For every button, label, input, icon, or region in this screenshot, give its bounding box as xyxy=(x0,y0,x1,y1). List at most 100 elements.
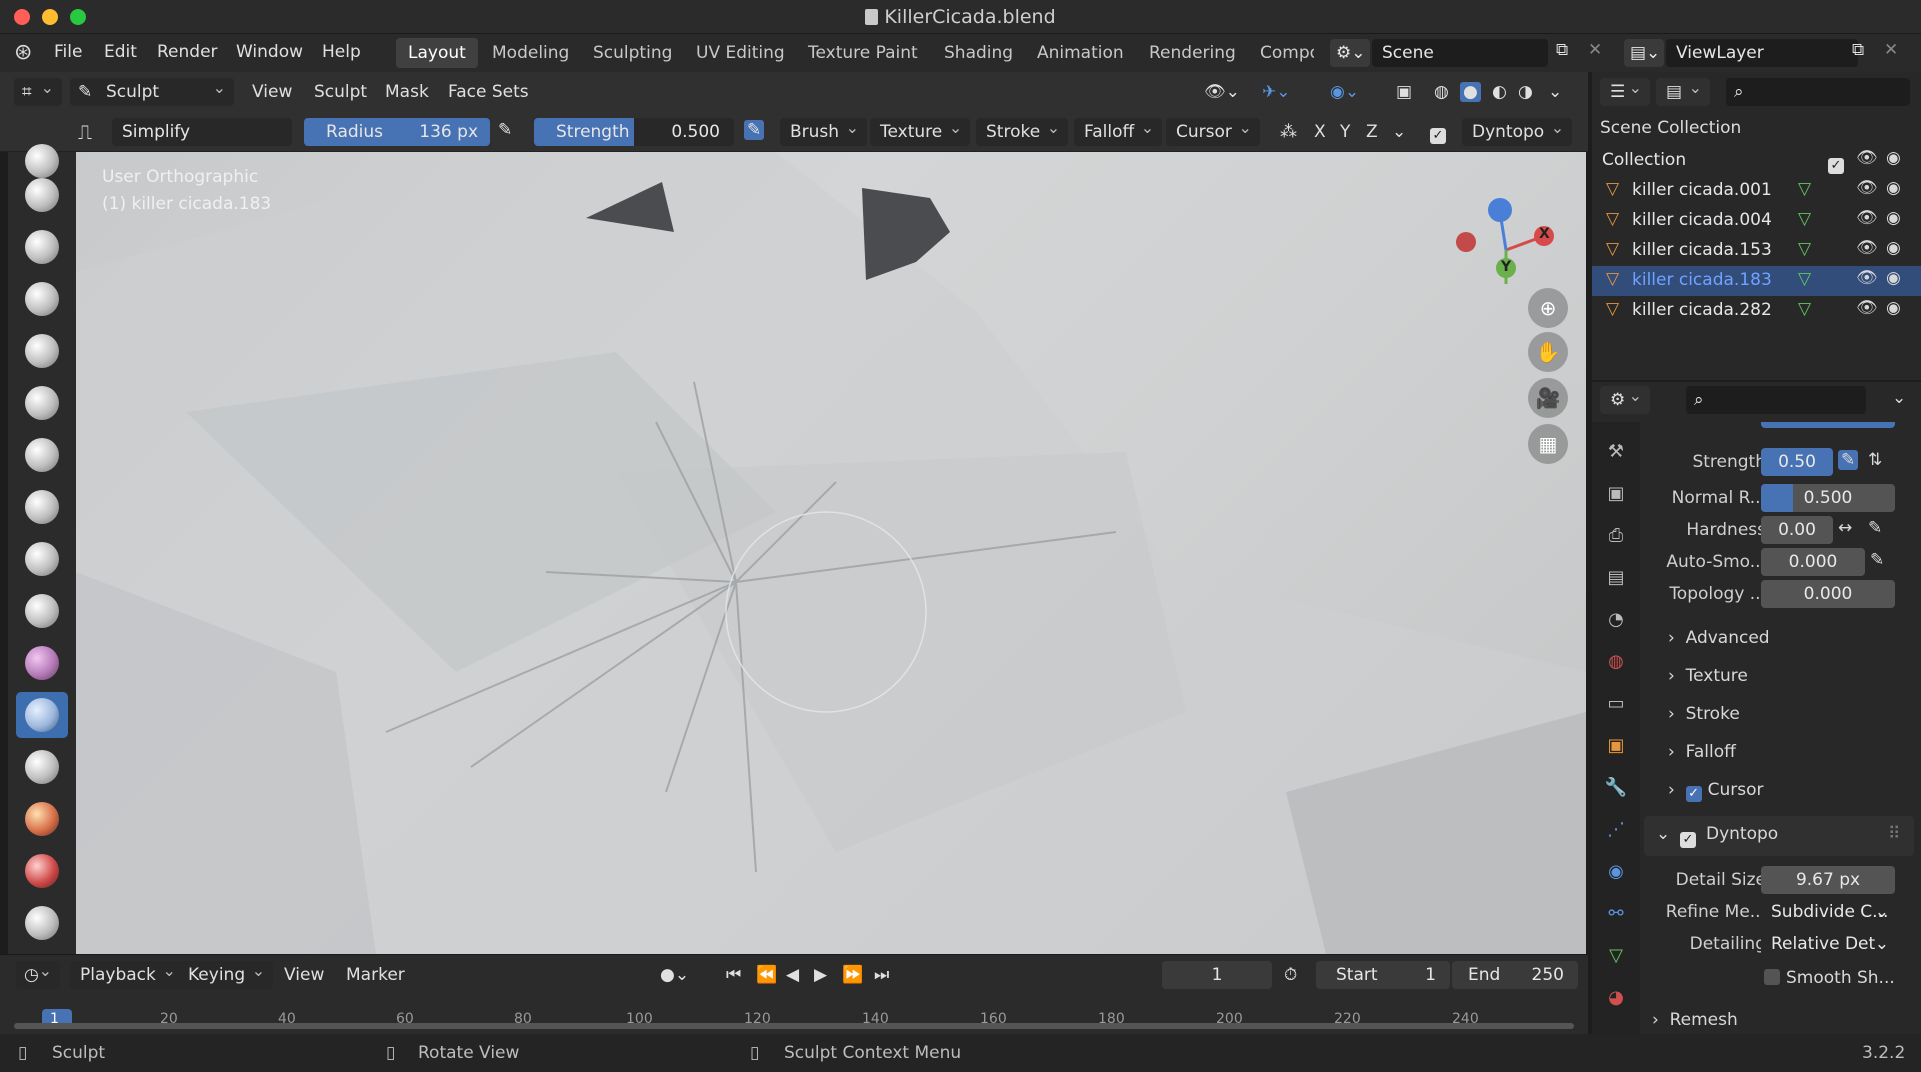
dyntopo-dropdown[interactable]: Dyntopo xyxy=(1462,114,1573,146)
scene-tab-icon[interactable]: ◔ xyxy=(1602,606,1630,634)
visibility-eye-icon[interactable]: 👁 xyxy=(1856,298,1878,318)
clay-strips-tool-button[interactable] xyxy=(16,224,68,270)
timeline-view-menu[interactable]: View xyxy=(284,965,324,985)
crease-tool-button[interactable] xyxy=(16,380,68,426)
scene-name-field[interactable]: Scene xyxy=(1372,39,1548,67)
remesh-panel[interactable]: › Remesh xyxy=(1652,1010,1738,1030)
strength-invert-icon[interactable]: ⇅ xyxy=(1868,450,1882,470)
properties-editor-type-icon[interactable]: ⚙ xyxy=(1600,382,1650,414)
menu-file[interactable]: File xyxy=(54,42,82,62)
mask-tool-button[interactable] xyxy=(16,744,68,790)
outliner-search-input[interactable]: ⌕ xyxy=(1726,78,1910,106)
start-frame-field[interactable]: Start 1 xyxy=(1316,961,1450,989)
paint-tool-button[interactable] xyxy=(16,796,68,842)
strength-pressure-icon[interactable]: ✎ xyxy=(744,120,765,140)
menu-sculpt[interactable]: Sculpt xyxy=(314,82,367,102)
jump-start-icon[interactable]: ⏮ xyxy=(726,965,741,985)
preview-range-icon[interactable]: ⏱ xyxy=(1284,965,1297,985)
properties-search-input[interactable]: ⌕ xyxy=(1686,386,1866,414)
tab-layout[interactable]: Layout xyxy=(396,38,478,68)
constraints-tab-icon[interactable]: ⚯ xyxy=(1602,900,1630,928)
jump-end-icon[interactable]: ⏭ xyxy=(874,965,889,985)
tab-compositing[interactable]: Compo xyxy=(1248,38,1314,68)
simplify-tool-button[interactable] xyxy=(16,692,68,738)
rendered-shading-icon[interactable]: ◑ xyxy=(1518,82,1533,102)
grab-tool-button[interactable] xyxy=(16,484,68,530)
falloff-dropdown[interactable]: Falloff xyxy=(1074,114,1163,146)
elastic-tool-button[interactable] xyxy=(16,536,68,582)
view-layer-field[interactable]: ViewLayer xyxy=(1666,39,1858,67)
gizmo-toggle-icon[interactable]: ✈⌄ xyxy=(1262,82,1291,102)
brush-name-field[interactable]: Simplify xyxy=(112,118,292,146)
mesh-data-icon[interactable]: ▽ xyxy=(1798,209,1811,229)
render-camera-icon[interactable]: ◉ xyxy=(1886,148,1901,168)
brush-dropdown[interactable]: Brush xyxy=(780,114,868,146)
mesh-data-icon[interactable]: ▽ xyxy=(1798,299,1811,319)
shading-options-icon[interactable]: ⌄ xyxy=(1548,82,1562,102)
timeline-editor-type-icon[interactable]: ◷ xyxy=(16,957,60,989)
render-camera-icon[interactable]: ◉ xyxy=(1886,298,1901,318)
properties-options-icon[interactable]: ⌄ xyxy=(1892,388,1906,408)
end-frame-field[interactable]: End 250 xyxy=(1452,961,1578,989)
detail-size-field[interactable]: 9.67 px xyxy=(1761,866,1895,894)
symmetry-icon[interactable]: ⁂ xyxy=(1280,122,1297,142)
material-shading-icon[interactable]: ◐ xyxy=(1492,82,1507,102)
mode-selector[interactable]: ✎ Sculpt Mode xyxy=(70,74,234,130)
navigation-gizmo[interactable]: X Y xyxy=(1456,182,1566,292)
editor-type-icon[interactable]: ⌗ xyxy=(14,74,62,106)
stroke-dropdown[interactable]: Stroke xyxy=(976,114,1069,146)
texture-dropdown[interactable]: Texture xyxy=(870,114,971,146)
tab-uv-editing[interactable]: UV Editing xyxy=(684,38,797,68)
face-set-tool-button[interactable] xyxy=(16,900,68,946)
strength-field[interactable]: 0.50 xyxy=(1761,448,1833,476)
scene-selector-icon[interactable]: ⚙⌄ xyxy=(1330,39,1370,67)
blender-logo-icon[interactable]: ⊛ xyxy=(14,40,32,65)
new-view-layer-icon[interactable]: ⧉ xyxy=(1852,40,1864,60)
3d-viewport[interactable]: User Orthographic (1) killer cicada.183 … xyxy=(76,152,1586,954)
mirror-z-toggle[interactable]: Z xyxy=(1366,122,1378,142)
tab-rendering[interactable]: Rendering xyxy=(1137,38,1248,68)
autosmooth-pressure-icon[interactable]: ✎ xyxy=(1870,550,1884,570)
inflate-tool-button[interactable] xyxy=(16,328,68,374)
scene-collection-label[interactable]: Scene Collection xyxy=(1600,118,1800,138)
particles-tab-icon[interactable]: ⋰ xyxy=(1602,816,1630,844)
overlay-toggle-icon[interactable]: ◉⌄ xyxy=(1330,82,1359,102)
smear-tool-button[interactable] xyxy=(16,848,68,894)
visibility-eye-icon[interactable]: 👁 xyxy=(1856,268,1878,288)
previous-keyframe-icon[interactable]: ⏪ xyxy=(756,965,777,985)
outliner-item-selected[interactable]: ▽ killer cicada.183 ▽ 👁 ◉ xyxy=(1592,266,1921,296)
object-tab-icon[interactable]: ▣ xyxy=(1602,732,1630,760)
timeline-scrollbar[interactable] xyxy=(14,1023,1574,1029)
tab-sculpting[interactable]: Sculpting xyxy=(581,38,684,68)
keying-menu[interactable]: Keying xyxy=(178,957,274,989)
strength-slider[interactable]: Strength 0.500 xyxy=(534,118,734,146)
mesh-data-icon[interactable]: ▽ xyxy=(1798,239,1811,259)
tab-modeling[interactable]: Modeling xyxy=(480,38,581,68)
world-tab-icon[interactable]: ◍ xyxy=(1602,648,1630,676)
outliner-item[interactable]: ▽ killer cicada.001 ▽ 👁 ◉ xyxy=(1592,176,1921,206)
solid-shading-icon[interactable]: ● xyxy=(1460,82,1481,102)
display-mode-icon[interactable]: ▤ xyxy=(1656,74,1710,106)
texture-panel[interactable]: › Texture xyxy=(1668,666,1748,686)
menu-window[interactable]: Window xyxy=(236,42,303,62)
xray-toggle-icon[interactable]: ▣ xyxy=(1396,82,1412,102)
visibility-eye-icon[interactable]: 👁 xyxy=(1856,238,1878,258)
dyntopo-checkbox[interactable]: ✓ xyxy=(1430,122,1452,144)
strength-pressure-icon[interactable]: ✎ xyxy=(1838,450,1859,470)
stroke-panel[interactable]: › Stroke xyxy=(1668,704,1740,724)
marker-menu[interactable]: Marker xyxy=(346,965,405,985)
render-camera-icon[interactable]: ◉ xyxy=(1886,268,1901,288)
normal-radius-slider[interactable]: 0.500 xyxy=(1761,484,1895,512)
camera-view-button[interactable]: 🎥 xyxy=(1528,378,1568,418)
clay-tool-button[interactable] xyxy=(16,172,68,218)
cursor-panel[interactable]: › ✓ Cursor xyxy=(1668,780,1764,802)
menu-view[interactable]: View xyxy=(252,82,292,102)
render-camera-icon[interactable]: ◉ xyxy=(1886,178,1901,198)
drag-handle-icon[interactable]: ⠿ xyxy=(1888,824,1900,844)
render-tab-icon[interactable]: ▣ xyxy=(1602,480,1630,508)
outliner-item[interactable]: ▽ killer cicada.004 ▽ 👁 ◉ xyxy=(1592,206,1921,236)
autosmooth-field[interactable]: 0.000 xyxy=(1761,548,1865,576)
menu-face-sets[interactable]: Face Sets xyxy=(448,82,529,102)
outliner-item[interactable]: ▽ killer cicada.153 ▽ 👁 ◉ xyxy=(1592,236,1921,266)
hardness-pressure-icon[interactable]: ✎ xyxy=(1868,518,1882,538)
